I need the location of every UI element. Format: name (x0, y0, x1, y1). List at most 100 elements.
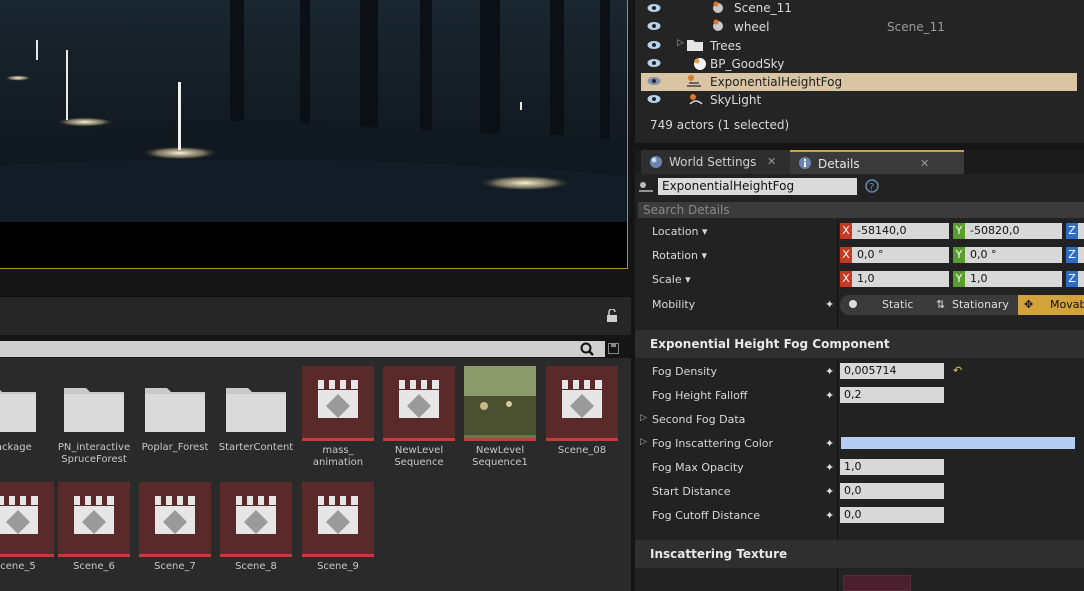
asset-folder[interactable]: Poplar_Forest (137, 366, 213, 454)
lock-icon[interactable] (606, 308, 618, 326)
location-z-field[interactable]: Z (1066, 223, 1084, 239)
fog-cutoff-distance-field[interactable]: 0,0 (840, 507, 944, 523)
rotation-x-field[interactable]: X 0,0 ° (840, 247, 949, 263)
fog-actor-icon (639, 182, 653, 192)
visibility-eye-icon[interactable] (647, 21, 661, 31)
reset-arrow-icon[interactable]: ✦ (825, 437, 835, 450)
texture-thumbnail[interactable] (843, 575, 911, 591)
tab-details[interactable]: Details ✕ (790, 150, 964, 176)
details-panel: ExponentialHeightFog ? Search Details Lo… (635, 174, 1084, 591)
content-browser-toolbar (0, 296, 631, 335)
color-swatch[interactable] (841, 437, 1075, 449)
save-search-icon[interactable] (608, 343, 619, 357)
details-tab-bar: World Settings ✕ Details ✕ (635, 150, 1084, 176)
mobility-static-button[interactable]: Static (840, 295, 928, 315)
reset-arrow-icon[interactable]: ✦ (825, 461, 835, 474)
fog-height-falloff-field[interactable]: 0,2 (840, 387, 944, 403)
asset-folder[interactable]: rePackage (0, 366, 44, 454)
asset-label: PN_interactive SpruceForest (57, 442, 131, 465)
reset-arrow-icon[interactable]: ✦ (825, 509, 835, 522)
visibility-eye-icon[interactable] (647, 3, 661, 13)
details-search-input[interactable]: Search Details (638, 202, 1084, 218)
asset-folder[interactable]: PN_interactive SpruceForest (56, 366, 132, 466)
mobility-movable-button[interactable]: ✥ Movab (1018, 295, 1084, 315)
mobility-stationary-button[interactable]: ⇅ Stationary (930, 295, 1016, 315)
asset-label: Scene_7 (154, 561, 196, 572)
asset-label: mass_ animation (312, 445, 364, 468)
fog-max-opacity-field[interactable]: 1,0 (840, 459, 944, 475)
folder-icon (0, 366, 42, 438)
close-icon[interactable]: ✕ (767, 150, 776, 174)
expand-arrow-icon[interactable]: ▷ (640, 437, 647, 447)
blueprint-sphere-icon (694, 58, 706, 70)
tab-world-settings[interactable]: World Settings ✕ (641, 150, 809, 174)
reset-arrow-icon[interactable]: ✦ (825, 485, 835, 498)
actor-name-input[interactable]: ExponentialHeightFog (658, 178, 857, 195)
asset-level-sequence[interactable]: Scene_7 (137, 482, 213, 573)
fog-cutoff-distance-label: Fog Cutoff Distance (652, 509, 761, 522)
section-header-fog[interactable]: Exponential Height Fog Component (635, 330, 1084, 358)
asset-label: rePackage (0, 442, 32, 453)
asset-level-sequence[interactable]: mass_ animation (300, 366, 376, 469)
folder-icon (139, 366, 211, 438)
section-header-inscattering[interactable]: Inscattering Texture (635, 540, 1084, 568)
reset-arrow-icon[interactable]: ✦ (825, 389, 835, 402)
visibility-eye-icon[interactable] (647, 40, 661, 50)
scale-x-field[interactable]: X 1,0 (840, 271, 949, 287)
asset-level-sequence[interactable]: cene_5 (0, 482, 56, 573)
reset-to-default-icon[interactable]: ↶ (953, 364, 962, 377)
visibility-eye-icon[interactable] (647, 76, 661, 86)
outliner-row[interactable]: Scene_11 (641, 0, 1077, 18)
asset-level-sequence[interactable]: Scene_9 (300, 482, 376, 573)
location-label[interactable]: Location ▾ (652, 225, 708, 238)
clapperboard-icon (383, 366, 455, 441)
outliner-row-label: SkyLight (710, 93, 762, 107)
rotation-z-field[interactable]: Z (1066, 247, 1084, 263)
asset-level-sequence[interactable]: Scene_6 (56, 482, 132, 573)
fog-inscattering-color-label[interactable]: Fog Inscattering Color (652, 437, 773, 450)
sky-light-icon (689, 94, 703, 105)
outliner-row-label: wheel (734, 20, 770, 34)
asset-level-sequence[interactable]: NewLevel Sequence (381, 366, 457, 469)
outliner-row[interactable]: SkyLight (641, 91, 1077, 109)
clapperboard-icon (302, 482, 374, 557)
location-x-field[interactable]: X -58140,0 (840, 223, 949, 239)
close-icon[interactable]: ✕ (920, 152, 929, 176)
location-y-field[interactable]: Y -50820,0 (953, 223, 1062, 239)
asset-label: StarterContent (218, 442, 294, 453)
asset-level-sequence[interactable]: Scene_08 (544, 366, 620, 457)
chevron-down-icon: ▾ (701, 249, 708, 262)
clapperboard-icon (139, 482, 211, 557)
outliner-row[interactable]: wheel Scene_11 (641, 18, 1077, 36)
outliner-row[interactable]: BP_GoodSky (641, 55, 1077, 73)
rotation-label[interactable]: Rotation ▾ (652, 249, 707, 262)
content-search-input[interactable] (0, 341, 605, 357)
outliner-row[interactable]: ▷ Trees (641, 37, 1077, 55)
tab-label: World Settings (669, 155, 757, 169)
scale-label[interactable]: Scale ▾ (652, 273, 691, 286)
scale-y-field[interactable]: Y 1,0 (953, 271, 1062, 287)
fog-density-field[interactable]: 0,005714 (840, 363, 944, 379)
expand-arrow-icon[interactable]: ▷ (677, 38, 684, 48)
asset-label: cene_5 (0, 561, 36, 572)
outliner-row-selected[interactable]: ExponentialHeightFog (641, 73, 1077, 91)
asset-folder[interactable]: StarterContent (218, 366, 294, 454)
reset-arrow-icon[interactable]: ✦ (825, 298, 834, 311)
visibility-eye-icon[interactable] (647, 94, 661, 104)
move-arrows-icon: ✥ (1024, 298, 1034, 311)
asset-level-sequence[interactable]: Scene_8 (218, 482, 294, 573)
visibility-eye-icon[interactable] (647, 58, 661, 68)
help-icon[interactable]: ? (865, 179, 879, 193)
rotation-y-field[interactable]: Y 0,0 ° (953, 247, 1062, 263)
static-mesh-icon (713, 1, 723, 13)
asset-level-sequence-thumbnail[interactable]: NewLevel Sequence1 (462, 366, 538, 469)
mobility-label: Mobility (652, 298, 696, 311)
expand-arrow-icon[interactable]: ▷ (640, 413, 647, 423)
level-viewport[interactable] (0, 0, 628, 269)
folder-icon (687, 40, 703, 51)
second-fog-data-label[interactable]: Second Fog Data (652, 413, 745, 426)
scale-z-field[interactable]: Z (1066, 271, 1084, 287)
start-distance-field[interactable]: 0,0 (840, 483, 944, 499)
reset-arrow-icon[interactable]: ✦ (825, 365, 835, 378)
outliner-row-label: ExponentialHeightFog (710, 75, 843, 89)
